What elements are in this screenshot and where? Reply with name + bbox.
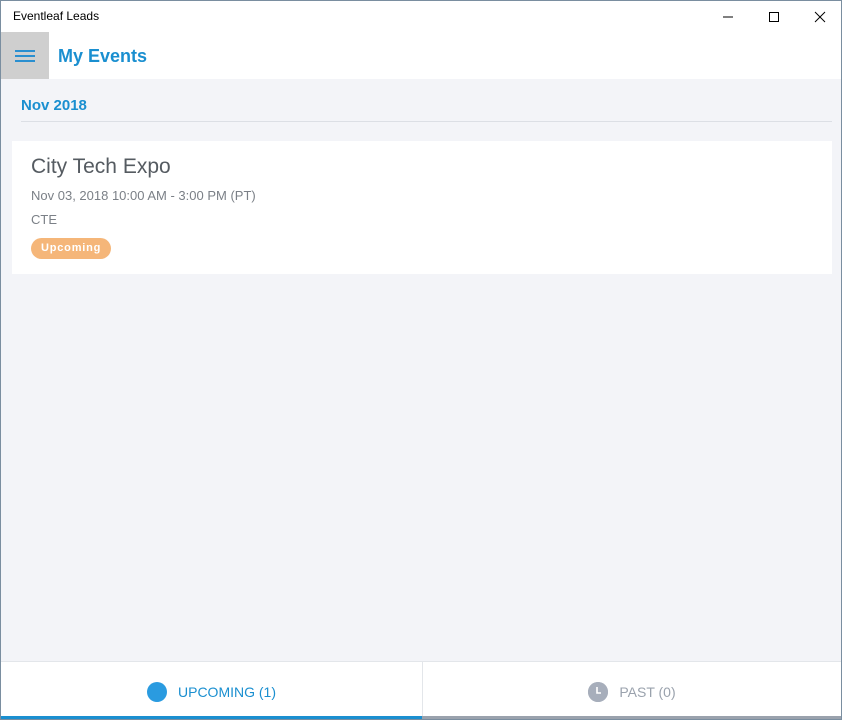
tab-upcoming-label: UPCOMING (1): [178, 683, 276, 700]
maximize-icon: [769, 11, 779, 22]
minimize-button[interactable]: [705, 1, 751, 32]
tab-upcoming-indicator: [1, 716, 422, 719]
month-divider: [21, 121, 832, 122]
status-badge: Upcoming: [31, 238, 112, 259]
tab-upcoming[interactable]: UPCOMING (1): [1, 662, 422, 719]
tab-past[interactable]: PAST (0): [422, 662, 841, 719]
event-datetime: Nov 03, 2018 10:00 AM - 3:00 PM (PT): [31, 188, 256, 203]
close-button[interactable]: [797, 1, 841, 32]
events-list: Nov 2018 City Tech Expo Nov 03, 2018 10:…: [1, 79, 841, 661]
tab-past-label: PAST (0): [619, 683, 676, 700]
app-header: My Events: [1, 32, 841, 79]
upcoming-dot-icon: [147, 681, 167, 702]
maximize-button[interactable]: [751, 1, 797, 32]
event-title: City Tech Expo: [31, 155, 171, 178]
hamburger-menu-button[interactable]: [1, 32, 49, 79]
page-title: My Events: [58, 46, 148, 66]
event-card[interactable]: City Tech Expo Nov 03, 2018 10:00 AM - 3…: [12, 141, 832, 274]
window-title: Eventleaf Leads: [13, 9, 100, 23]
month-header: Nov 2018: [21, 97, 87, 114]
tab-past-indicator: [422, 716, 841, 719]
minimize-icon: [723, 16, 733, 17]
bottom-tab-bar: UPCOMING (1) PAST (0): [1, 661, 841, 719]
title-bar: Eventleaf Leads: [1, 1, 841, 32]
close-icon: [814, 11, 826, 22]
hamburger-menu-icon: [15, 49, 35, 62]
event-code: CTE: [31, 212, 57, 227]
clock-icon: [588, 681, 609, 702]
app-window: Eventleaf Leads My Events Nov 2018 City …: [0, 0, 842, 720]
